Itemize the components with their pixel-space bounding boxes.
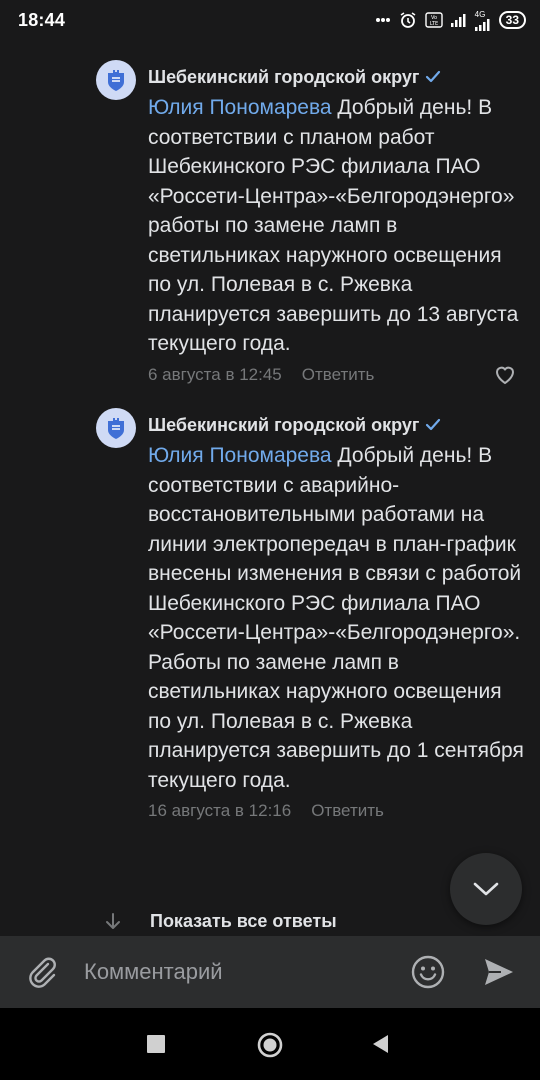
comment-input[interactable]: [84, 954, 384, 990]
volte-icon: Vo LTE: [424, 12, 443, 28]
comment-author[interactable]: Шебекинский городской округ: [148, 66, 528, 88]
system-nav-bar: [0, 1008, 540, 1080]
crest-icon: [108, 418, 124, 439]
author-name: Шебекинский городской округ: [148, 414, 420, 435]
reply-button[interactable]: Ответить: [302, 365, 375, 385]
emoji-button[interactable]: [410, 954, 446, 995]
signal-icon: [450, 13, 467, 27]
smile-icon: [411, 955, 445, 989]
home-button[interactable]: [256, 1031, 284, 1059]
status-bar: 18:44 Vo LTE 4G 33: [0, 0, 540, 40]
reply-button[interactable]: Ответить: [311, 801, 384, 821]
comment-meta: 16 августа в 12:16 Ответить: [148, 798, 528, 824]
reply-to-link[interactable]: Юлия Пономарева: [148, 444, 332, 467]
comment-body: Шебекинский городской округ Юлия Пономар…: [148, 414, 528, 824]
scroll-down-button[interactable]: [450, 853, 522, 925]
arrow-down-icon: [104, 912, 122, 937]
paperclip-icon: [29, 957, 56, 988]
like-icon[interactable]: [494, 365, 516, 385]
verified-icon: [425, 70, 441, 84]
comment-composer: [0, 936, 540, 1008]
comment-author[interactable]: Шебекинский городской округ: [148, 414, 528, 436]
send-button[interactable]: [482, 955, 516, 994]
comment-message: Добрый день! В соответствии с аварийно-в…: [148, 444, 524, 792]
network-type-label: 4G: [474, 9, 486, 19]
circle-icon: [257, 1032, 283, 1058]
crest-icon: [108, 70, 124, 91]
comment-date: 16 августа в 12:16: [148, 801, 292, 820]
status-time: 18:44: [18, 9, 66, 30]
send-icon: [485, 959, 513, 985]
square-icon: [147, 1035, 165, 1053]
avatar[interactable]: [96, 60, 136, 100]
reply-to-link[interactable]: Юлия Пономарева: [148, 96, 332, 119]
comment-date: 6 августа в 12:45: [148, 364, 282, 384]
comment-body: Шебекинский городской округ Юлия Пономар…: [148, 66, 528, 388]
author-name: Шебекинский городской округ: [148, 66, 420, 87]
dots-icon: [375, 17, 391, 23]
verified-icon: [425, 418, 441, 432]
comment-meta: 6 августа в 12:45 Ответить: [148, 362, 528, 388]
signal-4g-icon: 4G: [474, 9, 491, 31]
attach-button[interactable]: [24, 954, 60, 995]
recents-button[interactable]: [146, 1034, 166, 1054]
comment-message: Добрый день! В соответствии с планом раб…: [148, 96, 519, 355]
show-all-label: Показать все ответы: [150, 911, 337, 931]
avatar[interactable]: [96, 408, 136, 448]
triangle-back-icon: [373, 1035, 388, 1053]
comment-text: Юлия Пономарева Добрый день! В соответст…: [148, 441, 528, 795]
chevron-down-icon: [473, 882, 499, 896]
alarm-icon: [399, 11, 417, 29]
svg-text:LTE: LTE: [429, 21, 437, 27]
comment-text: Юлия Пономарева Добрый день! В соответст…: [148, 93, 528, 359]
status-icons: Vo LTE 4G 33: [375, 10, 526, 31]
battery-icon: 33: [498, 11, 526, 29]
back-button[interactable]: [368, 1032, 392, 1056]
